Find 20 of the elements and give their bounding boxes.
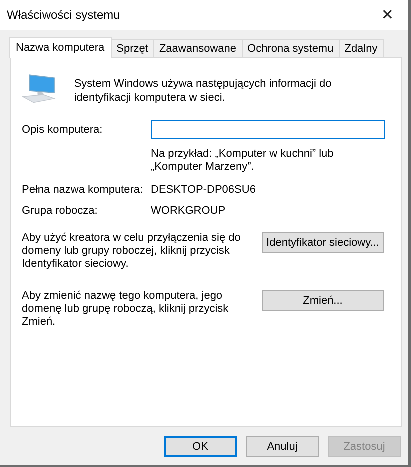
intro-text: System Windows używa następujących informacji do identyfikacji komputera w sieci.	[74, 77, 333, 105]
dialog-button[interactable]: Anuluj	[246, 436, 319, 457]
info-value: WORKGROUP	[151, 205, 227, 217]
field-label: Opis komputera:	[22, 124, 104, 136]
tab[interactable]: Zdalny	[338, 39, 384, 57]
tab[interactable]: Ochrona systemu	[242, 39, 340, 57]
tab[interactable]: Sprzęt	[110, 39, 154, 57]
hint-text: Na przykład: „Komputer w kuchni” lub „Komputer Marzeny”.	[151, 148, 335, 174]
action-button[interactable]: Identyfikator sieciowy...	[262, 232, 384, 253]
close-button[interactable]: ✕	[377, 6, 398, 24]
action-button[interactable]: Zmień...	[262, 290, 384, 311]
tab[interactable]: Nazwa komputera	[9, 37, 112, 58]
description-field[interactable]	[151, 120, 385, 139]
window-title: Właściwości systemu	[7, 8, 120, 22]
info-label: Pełna nazwa komputera:	[22, 184, 144, 196]
instruction-text: Aby zmienić nazwę tego komputera, jego domenę lub grupę roboczą, kliknij przycisk Zmień.	[22, 290, 230, 329]
info-value: DESKTOP-DP06SU6	[151, 184, 257, 196]
instruction-text: Aby użyć kreatora w celu przyłączenia się do domeny lub grupy roboczej, kliknij przycisk Identyfikator sieciowy.	[22, 232, 242, 271]
dialog-button[interactable]: OK	[164, 436, 237, 457]
info-label: Grupa robocza:	[22, 205, 99, 217]
